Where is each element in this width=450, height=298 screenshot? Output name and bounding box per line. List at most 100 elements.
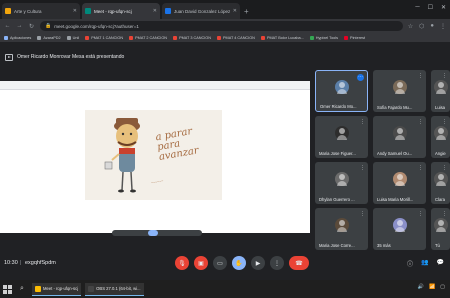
- participant-avatar: [334, 217, 349, 232]
- bookmark-item[interactable]: PMAT Bolor Lucaba...: [260, 35, 304, 40]
- participant-tile[interactable]: Dhylan Guerrero ... ⋮: [315, 162, 368, 204]
- more-options-button[interactable]: ⋮: [270, 256, 284, 270]
- participant-tile[interactable]: Luisa Maria Morill... ⋮: [373, 162, 426, 204]
- browser-tab-arte[interactable]: Arte y Cultura ✕: [2, 3, 80, 19]
- volume-icon[interactable]: 🔊: [418, 284, 424, 290]
- participant-tile[interactable]: Tú ⋮: [431, 208, 450, 250]
- bookmark-favicon-icon: [344, 35, 349, 40]
- muted-mic-icon: ⋮: [418, 165, 423, 171]
- forward-icon[interactable]: →: [16, 23, 23, 29]
- bookmark-item[interactable]: PMAT 2 CANCION: [129, 35, 168, 40]
- participant-tile[interactable]: Clara ⋮: [431, 162, 450, 204]
- participant-tile[interactable]: Luisa ⋮: [431, 70, 450, 112]
- mic-off-button[interactable]: 🎙: [175, 256, 189, 270]
- participant-name: Luisa Maria Morill...: [377, 197, 414, 202]
- browser-tab-juan[interactable]: Juan David Gonzalez López - 3C ✕: [162, 3, 240, 19]
- close-tab-icon[interactable]: ✕: [153, 8, 157, 14]
- side-panel-icons: ⓘ 👥 💬: [407, 259, 444, 268]
- bookmark-favicon-icon: [85, 35, 90, 40]
- bookmark-item[interactable]: PMAT 1 CANCION: [85, 35, 123, 40]
- participant-name: Omer Ricardo Mo...: [320, 104, 357, 109]
- muted-mic-icon: ⋮: [442, 165, 447, 171]
- bookmark-item[interactable]: AzaraPD2: [37, 35, 61, 40]
- bookmark-favicon-icon: [260, 35, 265, 40]
- close-tab-icon[interactable]: ✕: [233, 8, 237, 14]
- lock-icon: 🔒: [45, 23, 52, 29]
- bookmark-item[interactable]: PMAT 4 CANCION: [217, 35, 255, 40]
- info-icon[interactable]: ⓘ: [407, 259, 413, 268]
- tile-options-icon[interactable]: ⋯: [357, 74, 364, 81]
- reload-icon[interactable]: ↻: [28, 23, 35, 30]
- presentation-zoom-bar[interactable]: [112, 230, 202, 236]
- meeting-time: 10:30: [4, 260, 18, 266]
- app-icon: [88, 285, 95, 292]
- participant-tile[interactable]: 35 más ⋮: [373, 208, 426, 250]
- wifi-icon[interactable]: 📶: [429, 284, 435, 290]
- participant-tile[interactable]: Sofia Fajardo Mu... ⋮: [373, 70, 426, 112]
- participant-tile[interactable]: Maria Jose Corre... ⋮: [315, 208, 368, 250]
- close-window-icon[interactable]: ✕: [441, 4, 446, 11]
- bookmark-favicon-icon: [4, 35, 8, 40]
- bookmark-item[interactable]: PMAT 3 CANCION: [173, 35, 211, 40]
- chat-icon[interactable]: 💬: [437, 259, 444, 268]
- muted-mic-icon: ⋮: [360, 119, 365, 125]
- back-icon[interactable]: ←: [4, 23, 11, 29]
- app-icon: [35, 285, 41, 292]
- start-button[interactable]: [3, 284, 12, 294]
- maximize-icon[interactable]: ☐: [428, 4, 433, 11]
- taskbar-app[interactable]: OBS 27.0.1 (64-bit, wi...: [85, 282, 144, 296]
- url-input[interactable]: 🔒 meet.google.com/rqp-ufqn-scj?authuser=…: [40, 21, 403, 31]
- browser-tab-meet[interactable]: Meet - rqp-ufqn-scj ✕: [82, 3, 160, 19]
- extensions-icon[interactable]: ⬡: [419, 23, 424, 30]
- muted-mic-icon: ⋮: [418, 211, 423, 217]
- url-text: meet.google.com/rqp-ufqn-scj?authuser=1: [54, 23, 139, 29]
- bookmark-label: PMAT 3 CANCION: [179, 35, 211, 40]
- camera-off-icon: ▣: [198, 260, 204, 267]
- bookmark-favicon-icon: [217, 35, 221, 40]
- bookmark-item[interactable]: Hypixel Tools: [309, 35, 339, 40]
- present-now-button[interactable]: ▶: [251, 256, 265, 270]
- windows-taskbar: ⌕ Meet - rqp-ufqn-scj OBS 27.0.1 (64-bit,…: [0, 280, 450, 298]
- people-icon[interactable]: 👥: [421, 259, 428, 268]
- tab-favicon: [85, 8, 91, 14]
- meeting-control-bar: 10:30 exgqhfSpdm | 🎙 ▣ ▭ ✋ ▶ ⋮ ☎ ⓘ 👥 💬: [0, 252, 450, 274]
- present-screen-icon: [5, 53, 13, 61]
- bookmark-item[interactable]: Unil: [66, 35, 80, 40]
- menu-icon[interactable]: ⋮: [440, 23, 446, 30]
- bookmark-label: Unil: [72, 35, 80, 40]
- toolbar-icons: ☆ ⬡ ● ⋮: [408, 23, 446, 30]
- hand-icon: ✋: [235, 260, 243, 267]
- bookmark-item[interactable]: Pinterest: [344, 35, 366, 40]
- present-icon: ▶: [255, 260, 261, 267]
- taskbar-app[interactable]: Meet - rqp-ufqn-scj: [32, 282, 82, 296]
- participant-name: Andy Samuel Ou...: [377, 151, 413, 156]
- notifications-icon[interactable]: ▢: [440, 284, 445, 290]
- participant-tile[interactable]: Andy Samuel Ou... ⋮: [373, 116, 426, 158]
- close-tab-icon[interactable]: ✕: [73, 8, 77, 14]
- bookmark-label: PMAT 2 CANCION: [135, 35, 168, 40]
- minimize-icon[interactable]: ─: [415, 4, 419, 11]
- raise-hand-button[interactable]: ✋: [232, 256, 246, 270]
- participant-name: Clara: [435, 197, 446, 202]
- shared-doc-toolbar: [0, 81, 310, 90]
- presenter-text: Omer Ricardo Monrovar Mesa está presenta…: [17, 54, 125, 60]
- captions-icon: ▭: [217, 260, 223, 267]
- bookmark-label: Hypixel Tools: [315, 35, 339, 40]
- camera-off-button[interactable]: ▣: [194, 256, 208, 270]
- captions-button[interactable]: ▭: [213, 256, 227, 270]
- leave-call-button[interactable]: ☎: [289, 256, 309, 270]
- participant-tile[interactable]: Maria Jose Figuer... ⋮: [315, 116, 368, 158]
- participant-tile[interactable]: Omer Ricardo Mo... ⋯: [315, 70, 368, 112]
- participant-name: Sofia Fajardo Mu...: [377, 105, 413, 110]
- new-tab-icon[interactable]: +: [244, 7, 249, 16]
- participant-avatar: [392, 79, 407, 94]
- search-icon[interactable]: ⌕: [16, 283, 28, 295]
- zoom-slider-handle[interactable]: [148, 230, 158, 236]
- bookmark-item[interactable]: Aplicaciones: [4, 35, 31, 40]
- bookmark-label: Pinterest: [350, 35, 366, 40]
- tab-favicon: [5, 8, 11, 14]
- hang-up-icon: ☎: [295, 260, 303, 267]
- star-icon[interactable]: ☆: [408, 23, 413, 30]
- participant-tile[interactable]: Angie ⋮: [431, 116, 450, 158]
- profile-icon[interactable]: ●: [430, 23, 434, 30]
